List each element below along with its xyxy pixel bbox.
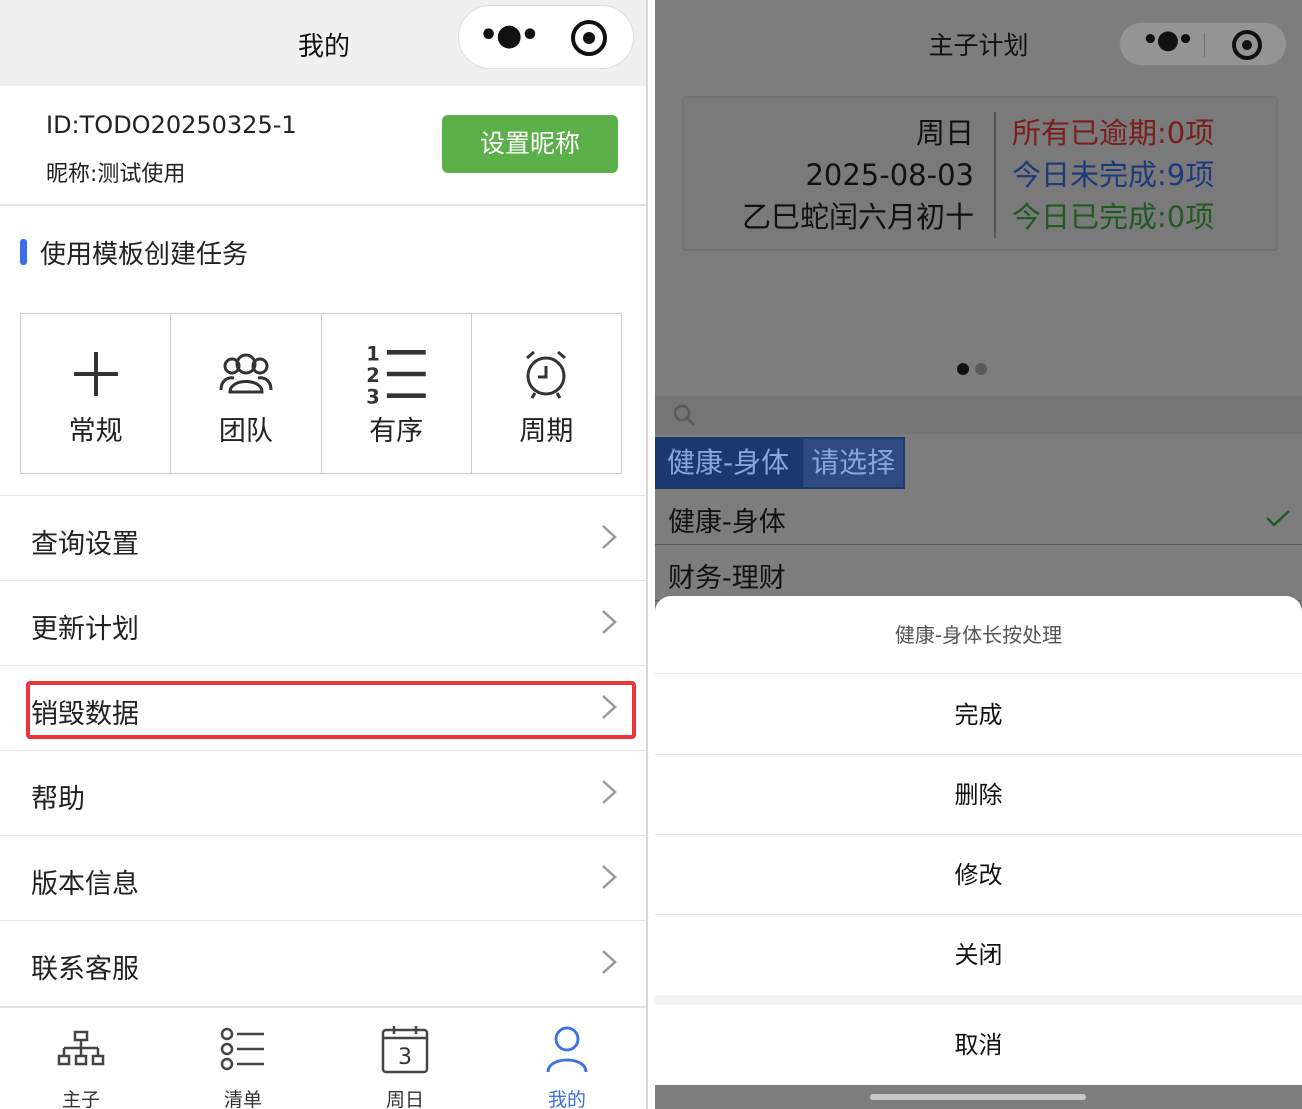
summary-card: 周日 2025-08-03 乙巳蛇闰六月初十 所有已逾期:0项 今日未完成:9项… bbox=[682, 96, 1278, 251]
tab-list[interactable]: 清单 bbox=[162, 1008, 324, 1109]
template-team[interactable]: 团队 bbox=[171, 314, 322, 473]
weekday: 周日 bbox=[915, 116, 974, 150]
plan-screen: 主子计划 •●• 周日 2025-08-03 乙巳蛇闰六月初十 所有已逾期:0项… bbox=[655, 0, 1302, 1109]
chevron-right-icon bbox=[602, 610, 617, 634]
chevron-right-icon bbox=[602, 525, 617, 549]
selected-category-chip[interactable]: 健康-身体 bbox=[655, 437, 802, 489]
action-edit-button[interactable]: 修改 bbox=[655, 835, 1302, 915]
today-complete-count: 今日已完成:0项 bbox=[1012, 200, 1215, 234]
home-indicator[interactable] bbox=[870, 1094, 1086, 1100]
menu-item-label: 联系客服 bbox=[31, 954, 139, 985]
category-option[interactable]: 健康-身体 bbox=[655, 490, 1302, 545]
action-sheet: 健康-身体长按处理 完成 删除 修改 关闭 取消 bbox=[655, 596, 1302, 1109]
menu-item-label: 版本信息 bbox=[31, 869, 139, 900]
list-icon bbox=[220, 1027, 264, 1071]
menu-item-help[interactable]: 帮助 bbox=[0, 750, 646, 835]
category-option[interactable]: 财务-理财 bbox=[655, 546, 1302, 601]
plus-icon bbox=[73, 352, 118, 396]
mini-program-capsule: •●• bbox=[1119, 22, 1287, 66]
svg-text:2: 2 bbox=[366, 364, 380, 387]
carousel-dot-active[interactable] bbox=[957, 363, 969, 375]
mini-program-capsule: •●• bbox=[458, 5, 634, 69]
select-prompt-chip[interactable]: 请选择 bbox=[801, 437, 906, 489]
search-bar[interactable] bbox=[655, 396, 1302, 434]
calendar-day: 3 bbox=[398, 1045, 412, 1070]
more-icon[interactable]: •●• bbox=[1142, 25, 1194, 55]
option-label: 健康-身体 bbox=[668, 507, 786, 538]
capsule-separator bbox=[1204, 33, 1205, 57]
settings-menu: 查询设置 更新计划 销毁数据 帮助 版本信息 联系客服 bbox=[0, 495, 646, 1005]
sheet-gap bbox=[655, 995, 1302, 1005]
tab-label: 周日 bbox=[385, 1089, 424, 1109]
user-nickname: 昵称:测试使用 bbox=[46, 162, 186, 187]
template-grid: 常规 团队 1 2 3 有序 周期 bbox=[20, 313, 622, 474]
close-target-icon[interactable] bbox=[1232, 30, 1262, 60]
action-complete-button[interactable]: 完成 bbox=[655, 675, 1302, 755]
action-close-button[interactable]: 关闭 bbox=[655, 915, 1302, 995]
svg-text:1: 1 bbox=[366, 342, 380, 365]
stats-column: 所有已逾期:0项 今日未完成:9项 今日已完成:0项 bbox=[1012, 112, 1214, 238]
highlight-box bbox=[26, 681, 636, 739]
tab-label: 主子 bbox=[61, 1089, 100, 1109]
lunar-date: 乙巳蛇闰六月初十 bbox=[741, 200, 974, 234]
tab-label: 我的 bbox=[547, 1089, 586, 1109]
action-sheet-title: 健康-身体长按处理 bbox=[655, 596, 1302, 674]
template-label: 有序 bbox=[369, 416, 424, 447]
template-periodic[interactable]: 周期 bbox=[472, 314, 621, 473]
template-regular[interactable]: 常规 bbox=[21, 314, 172, 473]
today-incomplete-count: 今日未完成:9项 bbox=[1012, 158, 1215, 192]
tab-mine[interactable]: 我的 bbox=[486, 1008, 646, 1109]
date: 2025-08-03 bbox=[805, 158, 974, 192]
check-icon bbox=[1266, 510, 1290, 527]
profile-screen: 我的 •●• ID:TODO20250325-1 昵称:测试使用 设置昵称 使用… bbox=[0, 0, 648, 1109]
team-icon bbox=[219, 353, 273, 394]
carousel-dot[interactable] bbox=[975, 363, 987, 375]
category-picker: 健康-身体 请选择 bbox=[655, 437, 906, 489]
template-label: 团队 bbox=[218, 416, 273, 447]
tab-sunday[interactable]: 3 周日 bbox=[324, 1008, 486, 1109]
option-label: 财务-理财 bbox=[668, 563, 786, 594]
chevron-right-icon bbox=[602, 865, 617, 889]
template-label: 周期 bbox=[519, 416, 574, 447]
menu-item-contact-support[interactable]: 联系客服 bbox=[0, 920, 646, 1005]
nav-bar: 我的 •●• bbox=[0, 0, 646, 86]
user-id: ID:TODO20250325-1 bbox=[46, 111, 297, 139]
section-title: 使用模板创建任务 bbox=[40, 240, 249, 270]
home-indicator-area bbox=[655, 1085, 1302, 1109]
menu-item-label: 帮助 bbox=[31, 784, 85, 815]
tab-main-sub[interactable]: 主子 bbox=[0, 1008, 162, 1109]
menu-item-update-plan[interactable]: 更新计划 bbox=[0, 580, 646, 665]
chevron-right-icon bbox=[602, 780, 617, 804]
chevron-right-icon bbox=[602, 950, 617, 974]
overdue-count: 所有已逾期:0项 bbox=[1012, 116, 1215, 150]
close-target-icon[interactable] bbox=[571, 20, 607, 56]
carousel-indicator bbox=[957, 360, 993, 379]
date-column: 周日 2025-08-03 乙巳蛇闰六月初十 bbox=[742, 112, 974, 238]
section-accent-bar bbox=[20, 239, 27, 265]
tab-bar: 主子 清单 3 周日 我的 bbox=[0, 1006, 646, 1109]
ordered-list-icon: 1 2 3 bbox=[366, 342, 426, 406]
search-icon bbox=[673, 404, 695, 426]
profile-card: ID:TODO20250325-1 昵称:测试使用 设置昵称 bbox=[0, 86, 646, 206]
set-nickname-button[interactable]: 设置昵称 bbox=[442, 115, 618, 173]
menu-item-label: 查询设置 bbox=[31, 529, 139, 560]
menu-item-version-info[interactable]: 版本信息 bbox=[0, 835, 646, 920]
user-icon bbox=[546, 1026, 588, 1073]
svg-text:3: 3 bbox=[366, 386, 380, 406]
tab-label: 清单 bbox=[223, 1089, 262, 1109]
card-divider bbox=[994, 112, 996, 238]
alarm-clock-icon bbox=[526, 350, 567, 399]
calendar-icon: 3 bbox=[381, 1026, 429, 1074]
action-delete-button[interactable]: 删除 bbox=[655, 755, 1302, 835]
template-ordered[interactable]: 1 2 3 有序 bbox=[322, 314, 472, 473]
hierarchy-icon bbox=[57, 1030, 105, 1066]
menu-item-label: 更新计划 bbox=[31, 614, 139, 645]
template-label: 常规 bbox=[68, 416, 123, 447]
screen-divider bbox=[648, 0, 655, 1109]
menu-item-query-settings[interactable]: 查询设置 bbox=[0, 495, 646, 580]
more-icon[interactable]: •●• bbox=[479, 18, 540, 54]
cancel-button[interactable]: 取消 bbox=[655, 1005, 1302, 1085]
